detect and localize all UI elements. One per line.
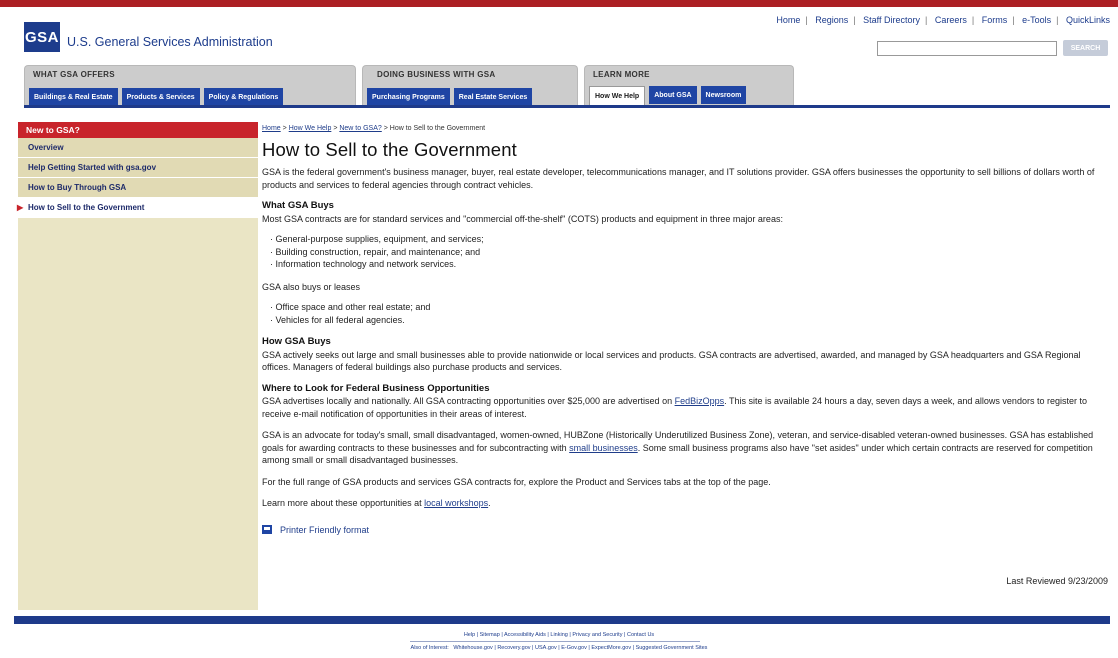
sidebar-item-overview[interactable]: Overview xyxy=(18,138,258,158)
footer-link-expectmore[interactable]: ExpectMore.gov xyxy=(591,645,631,651)
footer-links: Help | Sitemap | Accessibility Aids | Li… xyxy=(463,632,655,638)
full-range-paragraph: For the full range of GSA products and s… xyxy=(262,476,771,487)
gsa-logo-mark: GSA xyxy=(24,22,60,52)
tab-about-gsa[interactable]: About GSA xyxy=(649,86,697,104)
intro-paragraph: GSA is the federal government's business… xyxy=(262,167,1095,190)
nav-group-doing-business: DOING BUSINESS WITH GSA Purchasing Progr… xyxy=(362,65,578,106)
nav-group-title: LEARN MORE xyxy=(593,70,650,79)
utility-link-home[interactable]: Home xyxy=(776,15,800,25)
where-text-part: GSA advertises locally and nationally. A… xyxy=(262,396,675,406)
utility-nav: Home | Regions | Staff Directory | Careers |… xyxy=(776,15,1110,25)
breadcrumb: Home > How We Help > New to GSA? > How t… xyxy=(262,123,1110,136)
list-item: Information technology and network servi… xyxy=(276,258,1110,271)
search-button[interactable]: SEARCH xyxy=(1063,40,1108,56)
sidebar-item-label: How to Sell to the Government xyxy=(28,203,145,212)
footer-link-suggested-sites[interactable]: Suggested Government Sites xyxy=(636,645,708,651)
last-reviewed: Last Reviewed 9/23/2009 xyxy=(1006,576,1108,586)
search-box: SEARCH xyxy=(877,40,1108,56)
footer-link-linking[interactable]: Linking xyxy=(550,632,567,638)
top-accent-bar xyxy=(0,0,1118,7)
sidebar-item-getting-started[interactable]: Help Getting Started with gsa.gov xyxy=(18,158,258,178)
breadcrumb-how-we-help[interactable]: How We Help xyxy=(289,125,332,132)
tab-policy-regulations[interactable]: Policy & Regulations xyxy=(203,88,284,106)
breadcrumb-separator: > xyxy=(333,125,338,132)
footer-bar xyxy=(14,616,1110,624)
tab-how-we-help[interactable]: How We Help xyxy=(589,86,646,106)
where-to-look-heading: Where to Look for Federal Business Oppor… xyxy=(262,382,490,394)
printer-friendly-label: Printer Friendly format xyxy=(280,524,370,535)
also-buys-list: Office space and other real estate; and … xyxy=(262,301,1110,326)
nav-group-what-gsa-offers: WHAT GSA OFFERS Buildings & Real Estate … xyxy=(24,65,356,106)
footer-link-whitehouse[interactable]: Whitehouse.gov xyxy=(453,645,492,651)
breadcrumb-separator: > xyxy=(383,125,388,132)
utility-link-quicklinks[interactable]: QuickLinks xyxy=(1066,15,1110,25)
small-businesses-link[interactable]: small businesses xyxy=(569,443,638,453)
list-item: Building construction, repair, and maint… xyxy=(276,246,1110,259)
gsa-logo[interactable]: GSA U.S. General Services Administration xyxy=(24,22,273,52)
main-content: Home > How We Help > New to GSA? > How t… xyxy=(262,123,1110,536)
breadcrumb-separator: > xyxy=(282,125,287,132)
list-item: General-purpose supplies, equipment, and… xyxy=(276,233,1110,246)
also-buys-text: GSA also buys or leases xyxy=(262,281,361,292)
footer-link-recovery[interactable]: Recovery.gov xyxy=(497,645,530,651)
printer-friendly-link[interactable]: Printer Friendly format xyxy=(262,524,1110,537)
learn-more-paragraph: Learn more about these opportunities at … xyxy=(262,497,1110,510)
local-workshops-link[interactable]: local workshops xyxy=(424,498,488,508)
breadcrumb-new-to-gsa[interactable]: New to GSA? xyxy=(339,125,381,132)
footer-rule xyxy=(410,641,700,642)
sidebar-heading[interactable]: New to GSA? xyxy=(18,122,258,138)
tab-buildings-real-estate[interactable]: Buildings & Real Estate xyxy=(29,88,118,106)
nav-group-title: WHAT GSA OFFERS xyxy=(33,70,115,79)
search-input[interactable] xyxy=(877,40,1057,56)
footer-link-usa[interactable]: USA.gov xyxy=(535,645,557,651)
list-item: Office space and other real estate; and xyxy=(276,301,1110,314)
utility-link-etools[interactable]: e-Tools xyxy=(1022,15,1051,25)
what-gsa-buys-text: Most GSA contracts are for standard serv… xyxy=(262,213,783,224)
footer-link-help[interactable]: Help xyxy=(464,632,475,638)
where-to-look-text: GSA advertises locally and nationally. A… xyxy=(262,395,1110,420)
tab-products-services[interactable]: Products & Services xyxy=(121,88,200,106)
fedbizopps-link[interactable]: FedBizOpps xyxy=(675,396,725,406)
page-title: How to Sell to the Government xyxy=(262,138,517,160)
footer-link-privacy[interactable]: Privacy and Security xyxy=(572,632,622,638)
what-gsa-buys-heading: What GSA Buys xyxy=(262,200,334,211)
utility-link-careers[interactable]: Careers xyxy=(935,15,967,25)
nav-group-learn-more: LEARN MORE How We Help About GSA Newsroo… xyxy=(584,65,794,106)
breadcrumb-home[interactable]: Home xyxy=(262,125,281,132)
footer-link-contact[interactable]: Contact Us xyxy=(627,632,654,638)
sidebar: New to GSA? Overview Help Getting Starte… xyxy=(17,122,258,610)
list-item: Vehicles for all federal agencies. xyxy=(276,314,1110,327)
how-gsa-buys-text: GSA actively seeks out large and small b… xyxy=(262,349,1081,373)
learn-text-end: . xyxy=(488,498,491,508)
tab-real-estate-services[interactable]: Real Estate Services xyxy=(453,88,533,106)
nav-divider xyxy=(24,105,1110,108)
how-gsa-buys-heading: How GSA Buys xyxy=(262,336,331,347)
what-gsa-buys-list: General-purpose supplies, equipment, and… xyxy=(262,233,1110,271)
footer-link-sitemap[interactable]: Sitemap xyxy=(480,632,500,638)
tab-newsroom[interactable]: Newsroom xyxy=(700,86,747,104)
sidebar-item-how-to-sell[interactable]: ▶ How to Sell to the Government xyxy=(17,198,258,218)
breadcrumb-current: How to Sell to the Government xyxy=(389,125,486,132)
tab-purchasing-programs[interactable]: Purchasing Programs xyxy=(367,88,450,106)
also-of-interest-label: Also of Interest: xyxy=(410,645,449,651)
current-arrow-icon: ▶ xyxy=(17,203,24,212)
footer-link-accessibility[interactable]: Accessibility Aids xyxy=(504,632,546,638)
gsa-logo-text: U.S. General Services Administration xyxy=(67,35,273,49)
utility-link-staff-directory[interactable]: Staff Directory xyxy=(863,15,920,25)
printer-icon xyxy=(262,525,272,535)
utility-link-regions[interactable]: Regions xyxy=(815,15,848,25)
sidebar-item-how-to-buy[interactable]: How to Buy Through GSA xyxy=(18,178,258,198)
advocate-paragraph: GSA is an advocate for today's small, sm… xyxy=(262,429,1110,467)
footer-also-of-interest: Also of Interest: Whitehouse.gov | Recov… xyxy=(410,645,708,651)
utility-link-forms[interactable]: Forms xyxy=(982,15,1008,25)
learn-text-part: Learn more about these opportunities at xyxy=(262,498,425,508)
nav-group-title: DOING BUSINESS WITH GSA xyxy=(377,70,496,79)
footer-link-egov[interactable]: E-Gov.gov xyxy=(561,645,587,651)
